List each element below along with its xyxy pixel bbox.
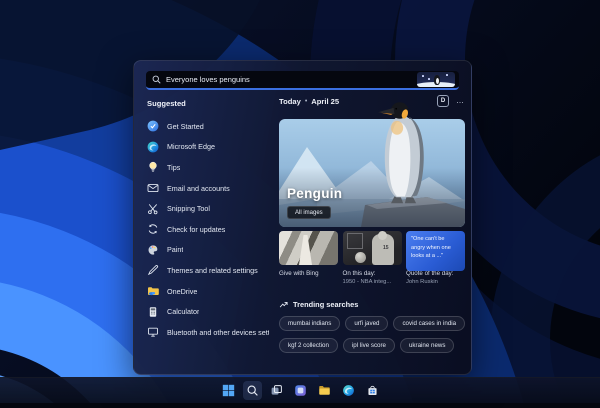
sidebar-item-label: Themes and related settings (167, 265, 258, 275)
sidebar-item-label: Get Started (167, 121, 204, 131)
card-quote-of-the-day[interactable]: "One can't be angry when one looks at a … (406, 231, 465, 286)
trending-title: Trending searches (293, 300, 359, 310)
themes-icon (147, 265, 159, 276)
trending-pill[interactable]: ipl live score (342, 338, 395, 354)
trending-pill[interactable]: mumbai indians (279, 316, 341, 332)
edge-icon (147, 141, 159, 153)
widgets-icon (294, 385, 306, 396)
sidebar-item-label: Check for updates (167, 224, 226, 234)
sidebar-item-label: Calculator (167, 307, 200, 317)
sidebar-item-label: Tips (167, 162, 181, 172)
sidebar-item-label: Microsoft Edge (167, 142, 215, 152)
taskbar-search-icon (247, 385, 258, 396)
all-images-button[interactable]: All images (287, 206, 331, 219)
suggested-title: Suggested (147, 99, 186, 108)
search-input[interactable] (166, 75, 417, 84)
trending-pill[interactable]: urfi javed (345, 316, 389, 332)
sidebar-item-email-accounts[interactable]: Email and accounts (147, 179, 269, 198)
sidebar-item-themes-settings[interactable]: Themes and related settings (147, 261, 269, 280)
taskbar (0, 377, 600, 403)
search-icon (152, 75, 161, 84)
taskbar-edge-icon (342, 385, 354, 396)
edge-button[interactable] (339, 381, 358, 400)
trending-pill[interactable]: covid cases in india (393, 316, 466, 332)
today-separator: • (304, 97, 308, 105)
sidebar-item-get-started[interactable]: Get Started (147, 117, 269, 136)
sidebar-item-calculator[interactable]: Calculator (147, 302, 269, 321)
sidebar-item-label: Bluetooth and other devices sett... (167, 327, 269, 337)
search-panel: Suggested Get Started Microsoft Edge (133, 60, 472, 375)
card-subcaption: John Ruskin (406, 278, 438, 285)
sidebar-item-label: Paint (167, 245, 184, 255)
card-caption: Quote of the day: (406, 270, 454, 277)
store-icon (367, 385, 377, 395)
today-label: Today (279, 96, 301, 106)
sidebar-item-check-updates[interactable]: Check for updates (147, 220, 269, 239)
rewards-badge[interactable]: D (437, 95, 449, 107)
check-updates-icon (148, 224, 158, 234)
trending-pill[interactable]: kgf 2 collection (279, 338, 338, 354)
bluetooth-devices-icon (148, 327, 158, 337)
get-started-icon (147, 120, 159, 132)
task-view-button[interactable] (267, 381, 286, 400)
sidebar-item-label: OneDrive (167, 286, 198, 296)
search-button[interactable] (242, 381, 262, 400)
card-caption: On this day: (342, 270, 376, 277)
email-icon (147, 184, 159, 193)
store-button[interactable] (363, 381, 382, 400)
trending-section: Trending searches mumbai indians urfi ja… (279, 300, 466, 354)
trending-icon (279, 302, 288, 308)
windows-start-icon (222, 384, 234, 397)
bing-content-column: Today • April 25 D … Penguin All images … (279, 95, 466, 354)
hero-image-card[interactable]: Penguin All images (279, 102, 465, 227)
file-explorer-icon (318, 386, 330, 395)
quote-text: "One can't be angry when one looks at a … (411, 236, 451, 260)
suggested-section: Suggested Get Started Microsoft Edge Tip… (147, 99, 269, 344)
give-with-bing-image (279, 231, 338, 265)
snipping-tool-icon (148, 203, 158, 214)
start-button[interactable] (219, 381, 238, 400)
sidebar-item-microsoft-edge[interactable]: Microsoft Edge (147, 138, 269, 157)
on-this-day-image: 15 (342, 231, 402, 265)
card-caption: Give with Bing (279, 270, 319, 277)
more-options-button[interactable]: … (456, 97, 465, 105)
penguin-image (378, 102, 424, 204)
onedrive-icon (148, 287, 159, 296)
cards-row: Give with Bing 15 On this day: 1950 - NB… (279, 231, 465, 286)
card-subcaption: 1950 - NBA integ... (342, 278, 392, 285)
sidebar-item-tips[interactable]: Tips (147, 158, 269, 177)
quote-card-body: "One can't be angry when one looks at a … (406, 231, 465, 271)
penguin-searchbox-art (417, 72, 455, 87)
tips-icon (149, 162, 157, 173)
sidebar-item-label: Snipping Tool (167, 204, 211, 214)
task-view-icon (271, 385, 282, 395)
sidebar-item-paint[interactable]: Paint (147, 241, 269, 260)
sidebar-item-onedrive[interactable]: OneDrive (147, 282, 269, 301)
card-give-with-bing[interactable]: Give with Bing (279, 231, 338, 286)
sidebar-item-bluetooth-devices[interactable]: Bluetooth and other devices sett... (147, 323, 269, 342)
file-explorer-button[interactable] (315, 381, 334, 400)
today-date: April 25 (311, 96, 340, 106)
sidebar-item-label: Email and accounts (167, 183, 230, 193)
sidebar-item-snipping-tool[interactable]: Snipping Tool (147, 199, 269, 218)
search-box[interactable] (146, 71, 459, 90)
widgets-button[interactable] (291, 381, 310, 400)
card-on-this-day[interactable]: 15 On this day: 1950 - NBA integ... (342, 231, 402, 286)
calculator-icon (149, 306, 157, 317)
paint-icon (148, 245, 158, 255)
hero-title: Penguin (287, 186, 343, 201)
trending-pill[interactable]: ukraine news (399, 338, 455, 354)
